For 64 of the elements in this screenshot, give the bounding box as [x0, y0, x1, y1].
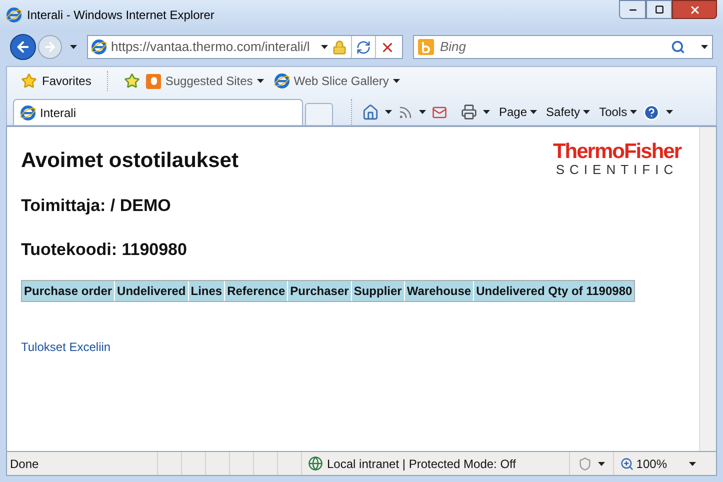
dropdown-caret-icon[interactable] — [583, 110, 590, 114]
column-header: Lines — [188, 281, 224, 301]
home-icon[interactable] — [362, 104, 379, 120]
dropdown-caret-icon[interactable] — [666, 110, 674, 114]
favorites-link[interactable]: Web Slice Gallery — [274, 72, 400, 90]
page-heading: Avoimet ostotilaukset — [21, 148, 238, 174]
browser-tab[interactable]: Interali — [13, 99, 303, 125]
refresh-icon[interactable] — [356, 40, 371, 54]
column-header: Purchase order — [22, 281, 114, 301]
mail-icon[interactable] — [432, 104, 447, 120]
print-icon[interactable] — [461, 104, 477, 120]
dropdown-caret-icon[interactable] — [419, 110, 426, 114]
address-field[interactable]: https://vantaa.thermo.com/interali/l — [87, 35, 403, 59]
zoom-button[interactable]: 100% — [613, 452, 702, 475]
browser-icon — [91, 39, 107, 55]
product-heading: Tuotekoodi: 1190980 — [21, 238, 188, 260]
command-menu[interactable]: Page — [499, 103, 538, 121]
company-logo: ThermoFisher SCIENTIFIC — [552, 141, 681, 177]
maximize-button[interactable] — [646, 0, 672, 19]
add-favorite-icon[interactable] — [124, 73, 140, 89]
vertical-scrollbar[interactable] — [699, 127, 716, 451]
close-icon — [688, 4, 700, 16]
url-text: https://vantaa.thermo.com/interali/l — [111, 38, 310, 56]
zoom-icon — [620, 456, 634, 470]
browser-icon — [20, 104, 36, 120]
dropdown-caret-icon[interactable] — [392, 79, 400, 83]
supplier-heading: Toimittaja: / DEMO — [21, 195, 172, 217]
dropdown-caret-icon[interactable] — [530, 110, 538, 114]
history-caret-icon[interactable] — [70, 45, 77, 49]
help-icon[interactable] — [643, 104, 660, 120]
window-title: Interali - Windows Internet Explorer — [27, 7, 214, 24]
search-placeholder: Bing — [440, 38, 466, 56]
feed-icon[interactable] — [398, 104, 413, 120]
column-header: Purchaser — [287, 281, 351, 301]
browser-icon — [274, 73, 290, 89]
favorites-button[interactable]: Favorites — [21, 72, 92, 90]
favorites-link[interactable]: Suggested Sites — [146, 72, 264, 90]
browser-icon — [6, 7, 22, 23]
command-menu[interactable]: Tools — [599, 103, 638, 121]
column-header: Supplier — [350, 281, 404, 301]
excel-link[interactable]: Tulokset Exceliin — [21, 338, 111, 356]
dropdown-caret-icon[interactable] — [483, 110, 490, 114]
forward-arrow-icon — [43, 40, 57, 54]
maximize-icon — [654, 5, 664, 14]
command-menu[interactable]: Safety — [546, 103, 590, 121]
dropdown-caret-icon[interactable] — [701, 45, 708, 49]
intranet-icon — [308, 456, 323, 471]
close-button[interactable] — [672, 0, 717, 19]
column-header: Undelivered Qty of 1190980 — [473, 281, 634, 301]
star-icon — [21, 73, 37, 89]
dropdown-caret-icon[interactable] — [598, 462, 606, 466]
dropdown-caret-icon[interactable] — [385, 110, 392, 114]
back-button[interactable] — [10, 34, 36, 60]
status-text: Done — [9, 456, 40, 472]
dropdown-caret-icon[interactable] — [689, 462, 696, 466]
column-header: Reference — [224, 281, 288, 301]
dropdown-caret-icon[interactable] — [630, 110, 638, 114]
search-field[interactable]: Bing — [413, 35, 713, 59]
column-header: Undelivered — [114, 281, 188, 301]
column-header: Warehouse — [404, 281, 474, 301]
security-zone-text: Local intranet | Protected Mode: Off — [327, 456, 516, 472]
search-icon[interactable] — [671, 40, 685, 54]
dropdown-caret-icon[interactable] — [321, 45, 328, 49]
dropdown-caret-icon[interactable] — [256, 79, 264, 83]
